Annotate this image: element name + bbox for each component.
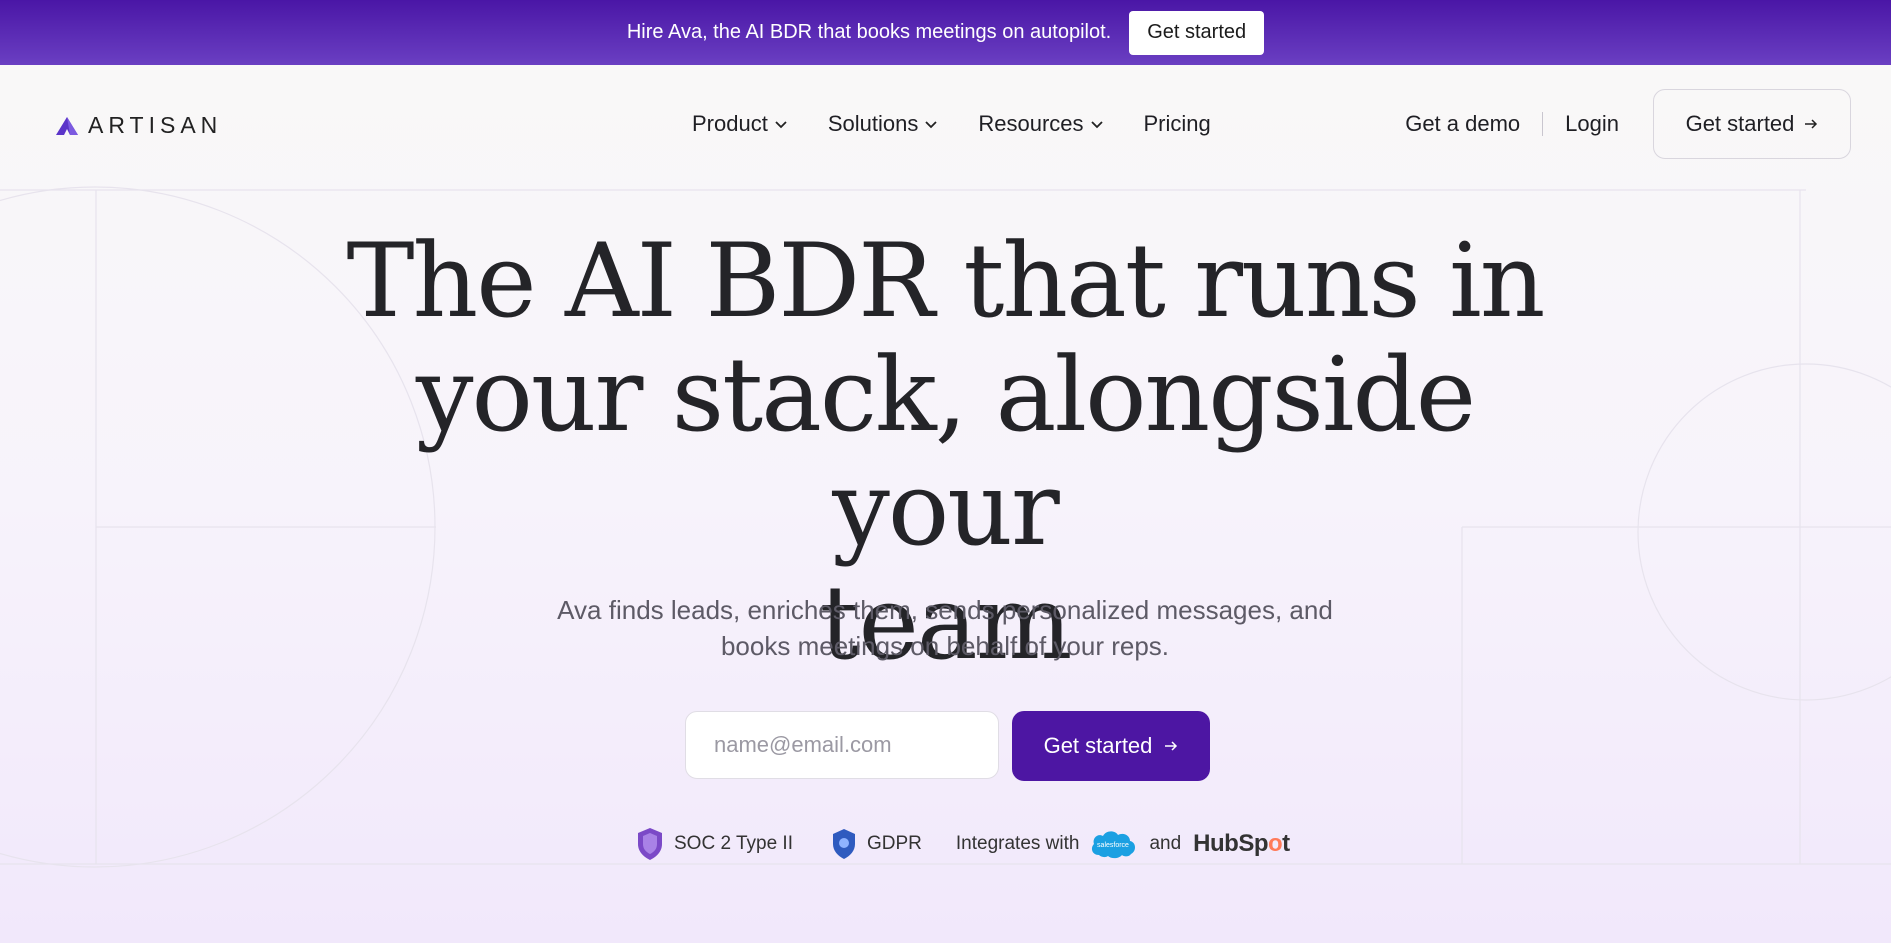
nav-resources[interactable]: Resources <box>978 108 1103 140</box>
get-a-demo-link[interactable]: Get a demo <box>1405 111 1520 137</box>
chevron-down-icon <box>1090 121 1103 129</box>
announcement-get-started-button[interactable]: Get started <box>1129 10 1265 55</box>
nav-divider <box>1542 112 1544 136</box>
announcement-text: Hire Ava, the AI BDR that books meetings… <box>626 21 1112 43</box>
salesforce-logo-text: salesforce <box>1098 842 1130 849</box>
salesforce-logo: salesforce <box>1092 831 1136 859</box>
chevron-down-icon <box>925 121 937 129</box>
logo-text: ARTISAN <box>88 112 223 138</box>
nav-solutions[interactable]: Solutions <box>828 108 939 140</box>
arrow-right-icon <box>1805 119 1818 129</box>
arrow-right-icon <box>1165 741 1178 751</box>
hero-subtitle-line-2: books meetings on behalf of your reps. <box>720 631 1170 661</box>
hubspot-logo: HubSpot <box>1193 830 1290 858</box>
trust-badges: SOC 2 Type II GDPR Integrates with sales… <box>636 826 1290 862</box>
nav-pricing[interactable]: Pricing <box>1144 108 1211 140</box>
soc2-badge: SOC 2 Type II <box>636 827 793 861</box>
hubspot-text-prefix: HubSp <box>1193 830 1268 857</box>
and-label: and <box>1149 833 1182 854</box>
artisan-logo-icon <box>56 116 78 135</box>
main-nav: Product Solutions Resources Pricing <box>692 108 1211 140</box>
signup-form: Get started <box>685 711 1210 781</box>
hubspot-sprocket-icon: o <box>1268 830 1283 857</box>
hero-subtitle: Ava finds leads, enriches them, sends pe… <box>540 592 1350 664</box>
soc2-label: SOC 2 Type II <box>674 833 793 854</box>
nav-resources-label: Resources <box>978 111 1084 136</box>
hero-get-started-label: Get started <box>1043 733 1153 758</box>
integrates-label: Integrates with <box>955 833 1080 854</box>
nav-pricing-label: Pricing <box>1143 111 1211 136</box>
chevron-down-icon <box>775 121 787 129</box>
login-link[interactable]: Login <box>1565 111 1619 137</box>
nav-product-label: Product <box>692 111 768 136</box>
gdpr-shield-icon <box>832 829 855 859</box>
nav-solutions-label: Solutions <box>827 111 919 136</box>
hero-title-line-2: your stack, alongside your <box>415 336 1476 569</box>
soc2-shield-icon <box>638 828 662 860</box>
email-input[interactable] <box>685 711 999 779</box>
hero-title-line-1: The AI BDR that runs in <box>346 222 1546 341</box>
gdpr-label: GDPR <box>866 833 922 854</box>
hubspot-text-suffix: t <box>1282 830 1290 857</box>
nav-product[interactable]: Product <box>692 108 788 140</box>
header-get-started-label: Get started <box>1685 111 1795 136</box>
hero-subtitle-line-1: Ava finds leads, enriches them, sends pe… <box>557 595 1333 625</box>
artisan-logo[interactable]: ARTISAN <box>56 112 222 139</box>
announcement-bar: Hire Ava, the AI BDR that books meetings… <box>0 0 1891 65</box>
gdpr-badge: GDPR <box>831 828 922 860</box>
hero-get-started-button[interactable]: Get started <box>1012 711 1210 781</box>
header-get-started-button[interactable]: Get started <box>1653 89 1851 159</box>
header-actions: Get a demo Login Get started <box>1405 88 1851 160</box>
